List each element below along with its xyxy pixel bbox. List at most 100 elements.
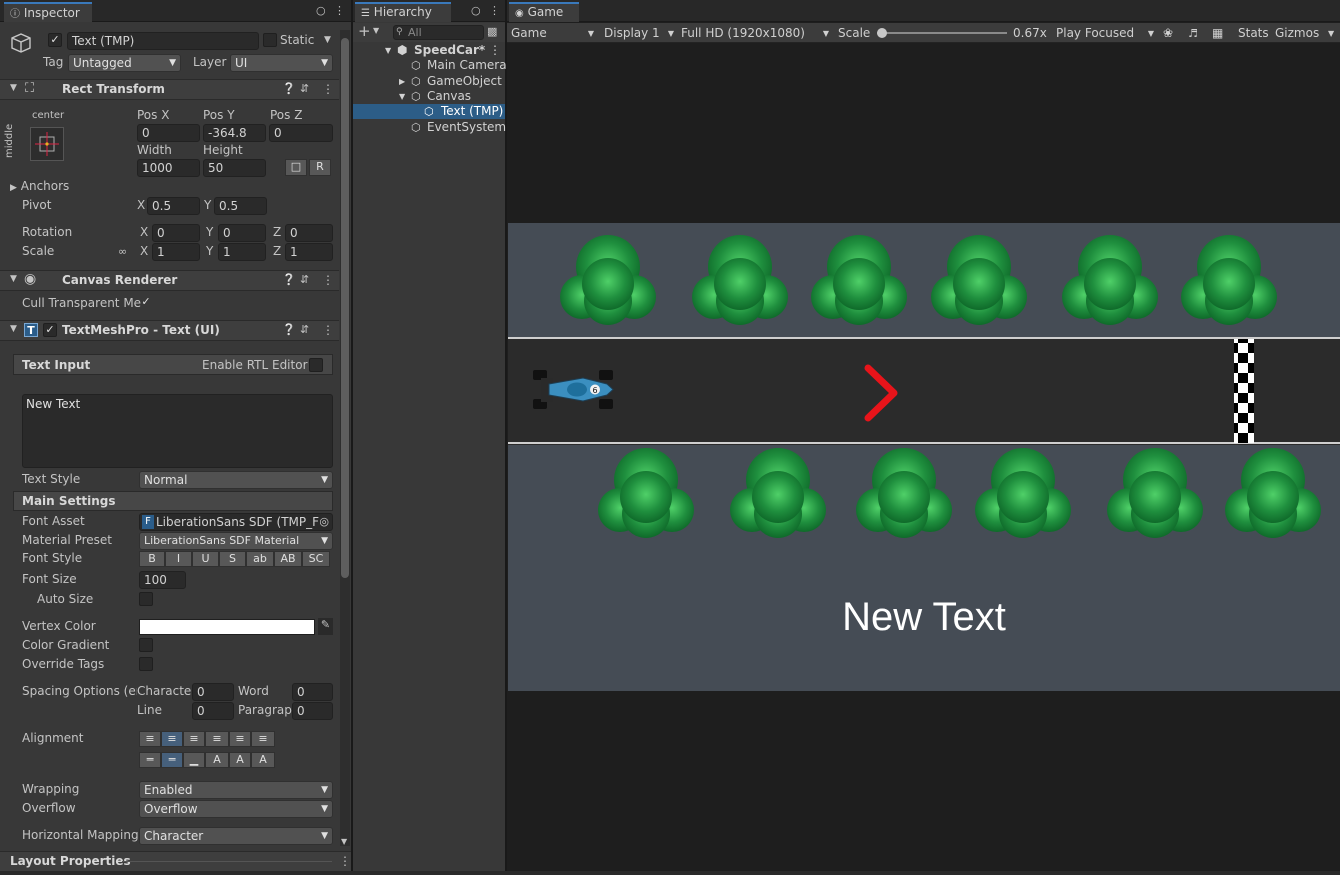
lock-icon[interactable]: ○ bbox=[316, 4, 326, 17]
object-name-field[interactable]: Text (TMP) bbox=[67, 32, 259, 50]
help-icon[interactable]: ❔ bbox=[282, 82, 296, 95]
stats-button[interactable]: Stats bbox=[1238, 24, 1269, 43]
rect-transform-header[interactable]: ▼ ⛶ Rect Transform ❔ ⇵ ⋮ bbox=[0, 79, 339, 100]
overflow-dropdown[interactable]: Overflow ▼ bbox=[139, 800, 333, 818]
scroll-down-arrow-icon[interactable]: ▼ bbox=[341, 837, 347, 846]
help-icon[interactable]: ❔ bbox=[282, 323, 296, 336]
anchors-foldout[interactable]: ▶ Anchors bbox=[10, 177, 69, 196]
font-style-button-u[interactable]: U bbox=[192, 551, 219, 567]
align-middle-button[interactable]: ═ bbox=[161, 752, 183, 768]
tab-inspector[interactable]: ⓘ Inspector bbox=[4, 2, 92, 22]
static-checkbox[interactable] bbox=[263, 33, 277, 47]
scale-x-field[interactable]: 1 bbox=[152, 243, 200, 261]
chevron-down-icon[interactable]: ▼ bbox=[399, 89, 405, 104]
hierarchy-item-eventsystem[interactable]: ⬡ EventSystem bbox=[353, 120, 506, 135]
font-size-field[interactable]: 100 bbox=[139, 571, 186, 589]
pivot-x-field[interactable]: 0.5 bbox=[147, 197, 200, 215]
hierarchy-item-canvas[interactable]: ▼ ⬡ Canvas bbox=[353, 89, 505, 104]
rtl-checkbox[interactable] bbox=[309, 358, 323, 372]
hierarchy-search-input[interactable]: ⚲ All bbox=[393, 25, 484, 40]
layout-properties-bar[interactable]: Layout Properties ⋮ bbox=[0, 851, 351, 871]
align-top-button[interactable]: ═ bbox=[139, 752, 161, 768]
wrapping-dropdown[interactable]: Enabled ▼ bbox=[139, 781, 333, 799]
active-checkbox[interactable]: ✓ bbox=[48, 33, 62, 47]
game-viewport[interactable]: 6 New Text bbox=[508, 223, 1340, 691]
color-gradient-checkbox[interactable] bbox=[139, 638, 153, 652]
font-style-button-ab[interactable]: AB bbox=[274, 551, 302, 567]
help-icon[interactable]: ❔ bbox=[282, 273, 296, 286]
static-dropdown-arrow[interactable]: ▼ bbox=[324, 31, 331, 50]
rotation-x-field[interactable]: 0 bbox=[152, 224, 200, 242]
scale-y-field[interactable]: 1 bbox=[218, 243, 266, 261]
rotation-y-field[interactable]: 0 bbox=[218, 224, 266, 242]
tmp-enabled-checkbox[interactable]: ✓ bbox=[43, 323, 57, 337]
rotation-z-field[interactable]: 0 bbox=[285, 224, 333, 242]
pos-y-field[interactable]: -364.8 bbox=[203, 124, 266, 142]
chevron-right-icon[interactable]: ▶ bbox=[399, 74, 405, 89]
pos-x-field[interactable]: 0 bbox=[137, 124, 200, 142]
line-spacing-field[interactable]: 0 bbox=[192, 702, 234, 720]
width-field[interactable]: 1000 bbox=[137, 159, 200, 177]
override-tags-checkbox[interactable] bbox=[139, 657, 153, 671]
gizmos-dropdown-arrow[interactable]: ▼ bbox=[1328, 24, 1334, 43]
raw-edit-button[interactable]: R bbox=[309, 159, 331, 176]
view-dropdown[interactable]: Game ▼ bbox=[511, 24, 596, 43]
scale-slider-thumb[interactable] bbox=[877, 28, 887, 38]
resolution-dropdown[interactable]: Full HD (1920x1080) ▼ bbox=[681, 24, 831, 43]
tab-hierarchy[interactable]: ☰ Hierarchy bbox=[355, 2, 451, 22]
preset-icon[interactable]: ⇵ bbox=[300, 323, 309, 336]
align-left-button[interactable]: ≡ bbox=[139, 731, 161, 747]
material-preset-dropdown[interactable]: LiberationSans SDF Material ▼ bbox=[139, 532, 333, 550]
gizmos-button[interactable]: Gizmos bbox=[1275, 24, 1319, 43]
font-style-button-b[interactable]: B bbox=[139, 551, 165, 567]
filter-icon[interactable]: ▩ bbox=[487, 25, 497, 38]
word-spacing-field[interactable]: 0 bbox=[292, 683, 333, 701]
align-geometry-center-button[interactable]: ≡ bbox=[251, 731, 275, 747]
text-style-dropdown[interactable]: Normal ▼ bbox=[139, 471, 333, 489]
align-right-button[interactable]: ≡ bbox=[183, 731, 205, 747]
display-dropdown[interactable]: Display 1 ▼ bbox=[604, 24, 676, 43]
align-center-button[interactable]: ≡ bbox=[161, 731, 183, 747]
font-style-button-sc[interactable]: SC bbox=[302, 551, 330, 567]
scale-z-field[interactable]: 1 bbox=[285, 243, 333, 261]
align-flush-button[interactable]: ≡ bbox=[229, 731, 251, 747]
font-asset-field[interactable]: F LiberationSans SDF (TMP_Fo ◎ bbox=[139, 513, 333, 531]
horizontal-mapping-dropdown[interactable]: Character ▼ bbox=[139, 827, 333, 845]
align-justified-button[interactable]: ≡ bbox=[205, 731, 229, 747]
paragraph-spacing-field[interactable]: 0 bbox=[292, 702, 333, 720]
anchor-preset-button[interactable] bbox=[30, 127, 64, 161]
vertex-color-swatch[interactable] bbox=[139, 619, 315, 635]
audio-icon[interactable]: ♬ bbox=[1188, 24, 1198, 43]
constrain-proportions-icon[interactable]: ∞ bbox=[118, 242, 127, 261]
scene-menu-icon[interactable]: ⋮ bbox=[489, 43, 501, 58]
kebab-menu-icon[interactable]: ⋮ bbox=[334, 4, 345, 17]
layer-dropdown[interactable]: UI ▼ bbox=[230, 54, 333, 72]
font-style-button-s[interactable]: S bbox=[219, 551, 246, 567]
chevron-down-icon[interactable]: ▼ bbox=[373, 26, 379, 35]
textmeshpro-header[interactable]: ▼ T ✓ TextMeshPro - Text (UI) ❔ ⇵ ⋮ bbox=[0, 320, 339, 341]
cull-transparent-checkbox[interactable]: ✓ bbox=[139, 296, 153, 310]
hierarchy-scene-row[interactable]: ▼ ⬢ SpeedCar* ⋮ bbox=[353, 43, 505, 58]
font-style-button-i[interactable]: I bbox=[165, 551, 192, 567]
tag-dropdown[interactable]: Untagged ▼ bbox=[68, 54, 181, 72]
pos-z-field[interactable]: 0 bbox=[269, 124, 333, 142]
align-baseline-button[interactable]: A bbox=[205, 752, 229, 768]
hierarchy-item-gameobject[interactable]: ▶ ⬡ GameObject bbox=[353, 74, 505, 89]
align-capline-button[interactable]: A bbox=[251, 752, 275, 768]
blueprint-mode-button[interactable]: □ bbox=[285, 159, 307, 176]
lock-icon[interactable]: ○ bbox=[471, 4, 481, 17]
kebab-menu-icon[interactable]: ⋮ bbox=[489, 4, 500, 17]
preset-icon[interactable]: ⇵ bbox=[300, 273, 309, 286]
auto-size-checkbox[interactable] bbox=[139, 592, 153, 606]
play-focused-dropdown[interactable]: Play Focused ▼ bbox=[1056, 24, 1156, 43]
scrollbar-thumb[interactable] bbox=[341, 38, 349, 578]
align-bottom-button[interactable]: ▁ bbox=[183, 752, 205, 768]
canvas-renderer-header[interactable]: ▼ ◉ Canvas Renderer ❔ ⇵ ⋮ bbox=[0, 270, 339, 291]
component-menu-icon[interactable]: ⋮ bbox=[322, 82, 334, 96]
pivot-y-field[interactable]: 0.5 bbox=[214, 197, 267, 215]
inspector-scrollbar[interactable]: ▼ bbox=[340, 30, 350, 846]
align-midline-button[interactable]: A bbox=[229, 752, 251, 768]
character-spacing-field[interactable]: 0 bbox=[192, 683, 234, 701]
scale-slider[interactable] bbox=[877, 28, 1007, 38]
hierarchy-item-main-camera[interactable]: ⬡ Main Camera bbox=[353, 58, 507, 73]
